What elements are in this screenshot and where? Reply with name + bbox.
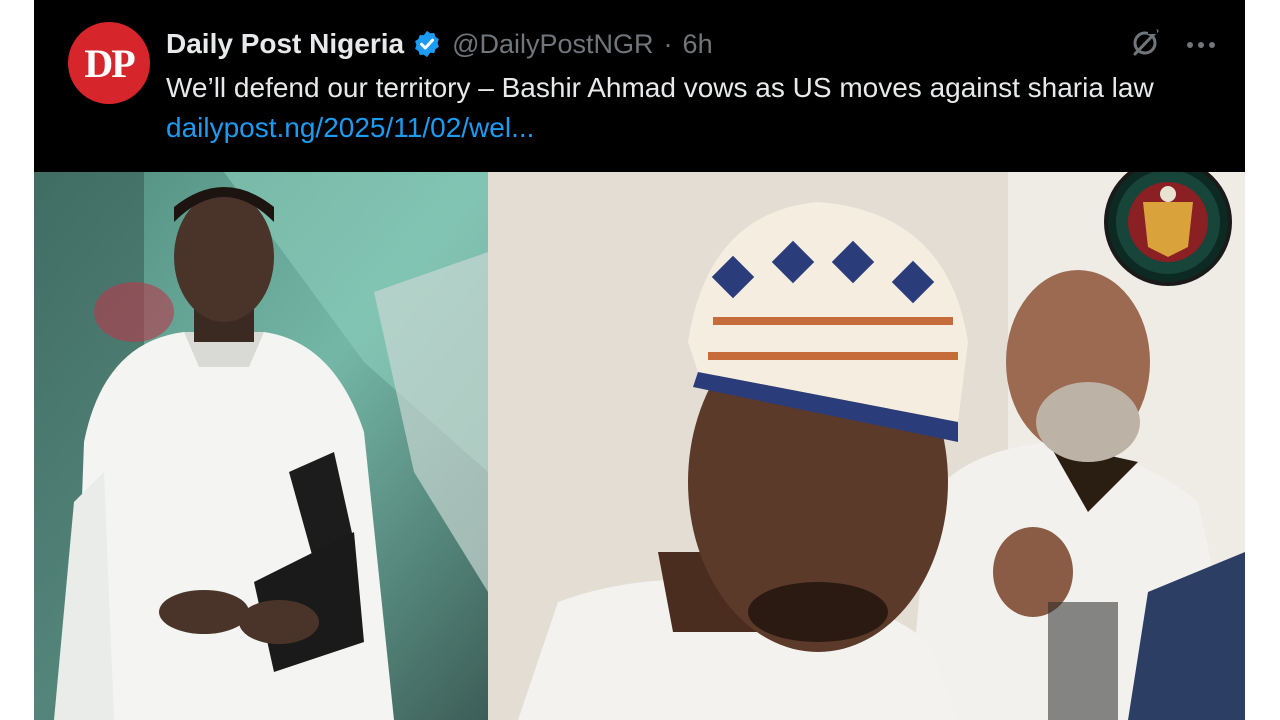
verified-badge-icon (415, 30, 439, 58)
more-options-icon[interactable] (1184, 40, 1218, 50)
tweet-body-text: We’ll defend our territory – Bashir Ahma… (166, 72, 1154, 103)
photo-two-men[interactable] (488, 172, 1245, 720)
author-name[interactable]: Daily Post Nigeria (166, 28, 404, 60)
left-frame-bar (0, 0, 34, 720)
author-avatar[interactable]: DP (68, 22, 150, 104)
article-link[interactable]: dailypost.ng/2025/11/02/wel... (166, 112, 534, 143)
avatar-logo-text: DP (84, 40, 135, 86)
right-frame-bar (1245, 0, 1280, 720)
tweet-text: We’ll defend our territory – Bashir Ahma… (166, 68, 1226, 148)
grok-icon[interactable] (1128, 26, 1162, 60)
author-handle[interactable]: @DailyPostNGR (452, 29, 653, 60)
tweet-media[interactable] (34, 172, 1245, 720)
tweet-timestamp[interactable]: 6h (683, 29, 713, 60)
header-separator: · (663, 28, 673, 59)
photo-man-in-white-robe[interactable] (34, 172, 488, 720)
tweet-header: Daily Post Nigeria @DailyPostNGR · 6h (166, 26, 713, 62)
tweet-card[interactable]: DP Daily Post Nigeria @DailyPostNGR · 6h… (34, 0, 1245, 720)
